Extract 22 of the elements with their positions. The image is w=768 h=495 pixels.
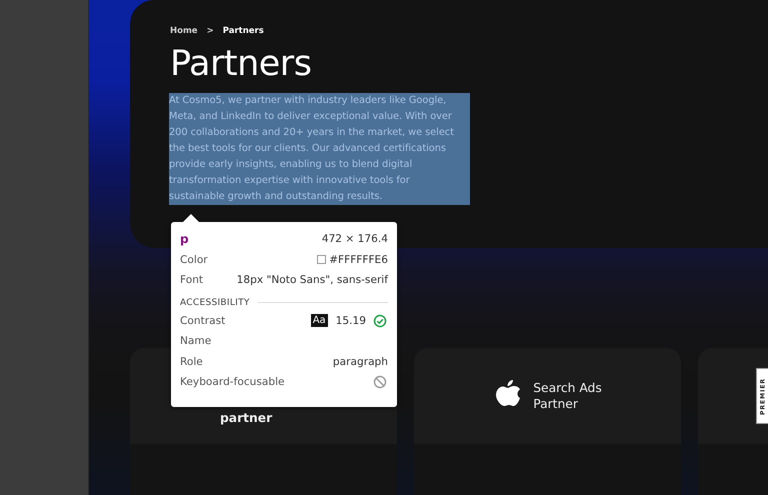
- property-value: 18px "Noto Sans", sans-serif: [236, 274, 388, 286]
- color-swatch: [317, 255, 326, 264]
- contrast-sample: Aa: [310, 314, 328, 328]
- section-heading: ACCESSIBILITY: [180, 298, 250, 308]
- intro-paragraph: At Cosmo5, we partner with industry leaders like Google, Meta, and LinkedIn to deliver exceptional value. With over 200 collaborations and 20+ years in the market, we select the best tools for our clients. Our advanced certifications provide early insights, enabling us to blend digital transformation expertise with innovative tools for sustainable growth and outstanding results.: [169, 93, 470, 205]
- partner-label: Search Ads Partner: [533, 380, 602, 412]
- property-label: Keyboard-focusable: [180, 376, 285, 388]
- contrast-value: 15.19: [336, 314, 366, 327]
- breadcrumb-link[interactable]: Partners: [222, 26, 264, 36]
- partner-label: partner: [220, 411, 272, 425]
- property-label: Role: [180, 356, 203, 368]
- property-label: Contrast: [180, 314, 226, 327]
- breadcrumb-separator: >: [206, 26, 214, 36]
- property-label: Color: [180, 254, 208, 266]
- property-value: paragraph: [332, 356, 388, 368]
- color-value: #FFFFFFE6: [329, 254, 388, 266]
- element-size: 472 × 176.4: [322, 233, 388, 246]
- breadcrumb-link[interactable]: Home: [170, 26, 198, 36]
- property-label: Font: [180, 274, 204, 286]
- element-tag: p: [180, 232, 189, 246]
- property-label: Name: [180, 335, 212, 348]
- page-title: Partners: [170, 44, 312, 84]
